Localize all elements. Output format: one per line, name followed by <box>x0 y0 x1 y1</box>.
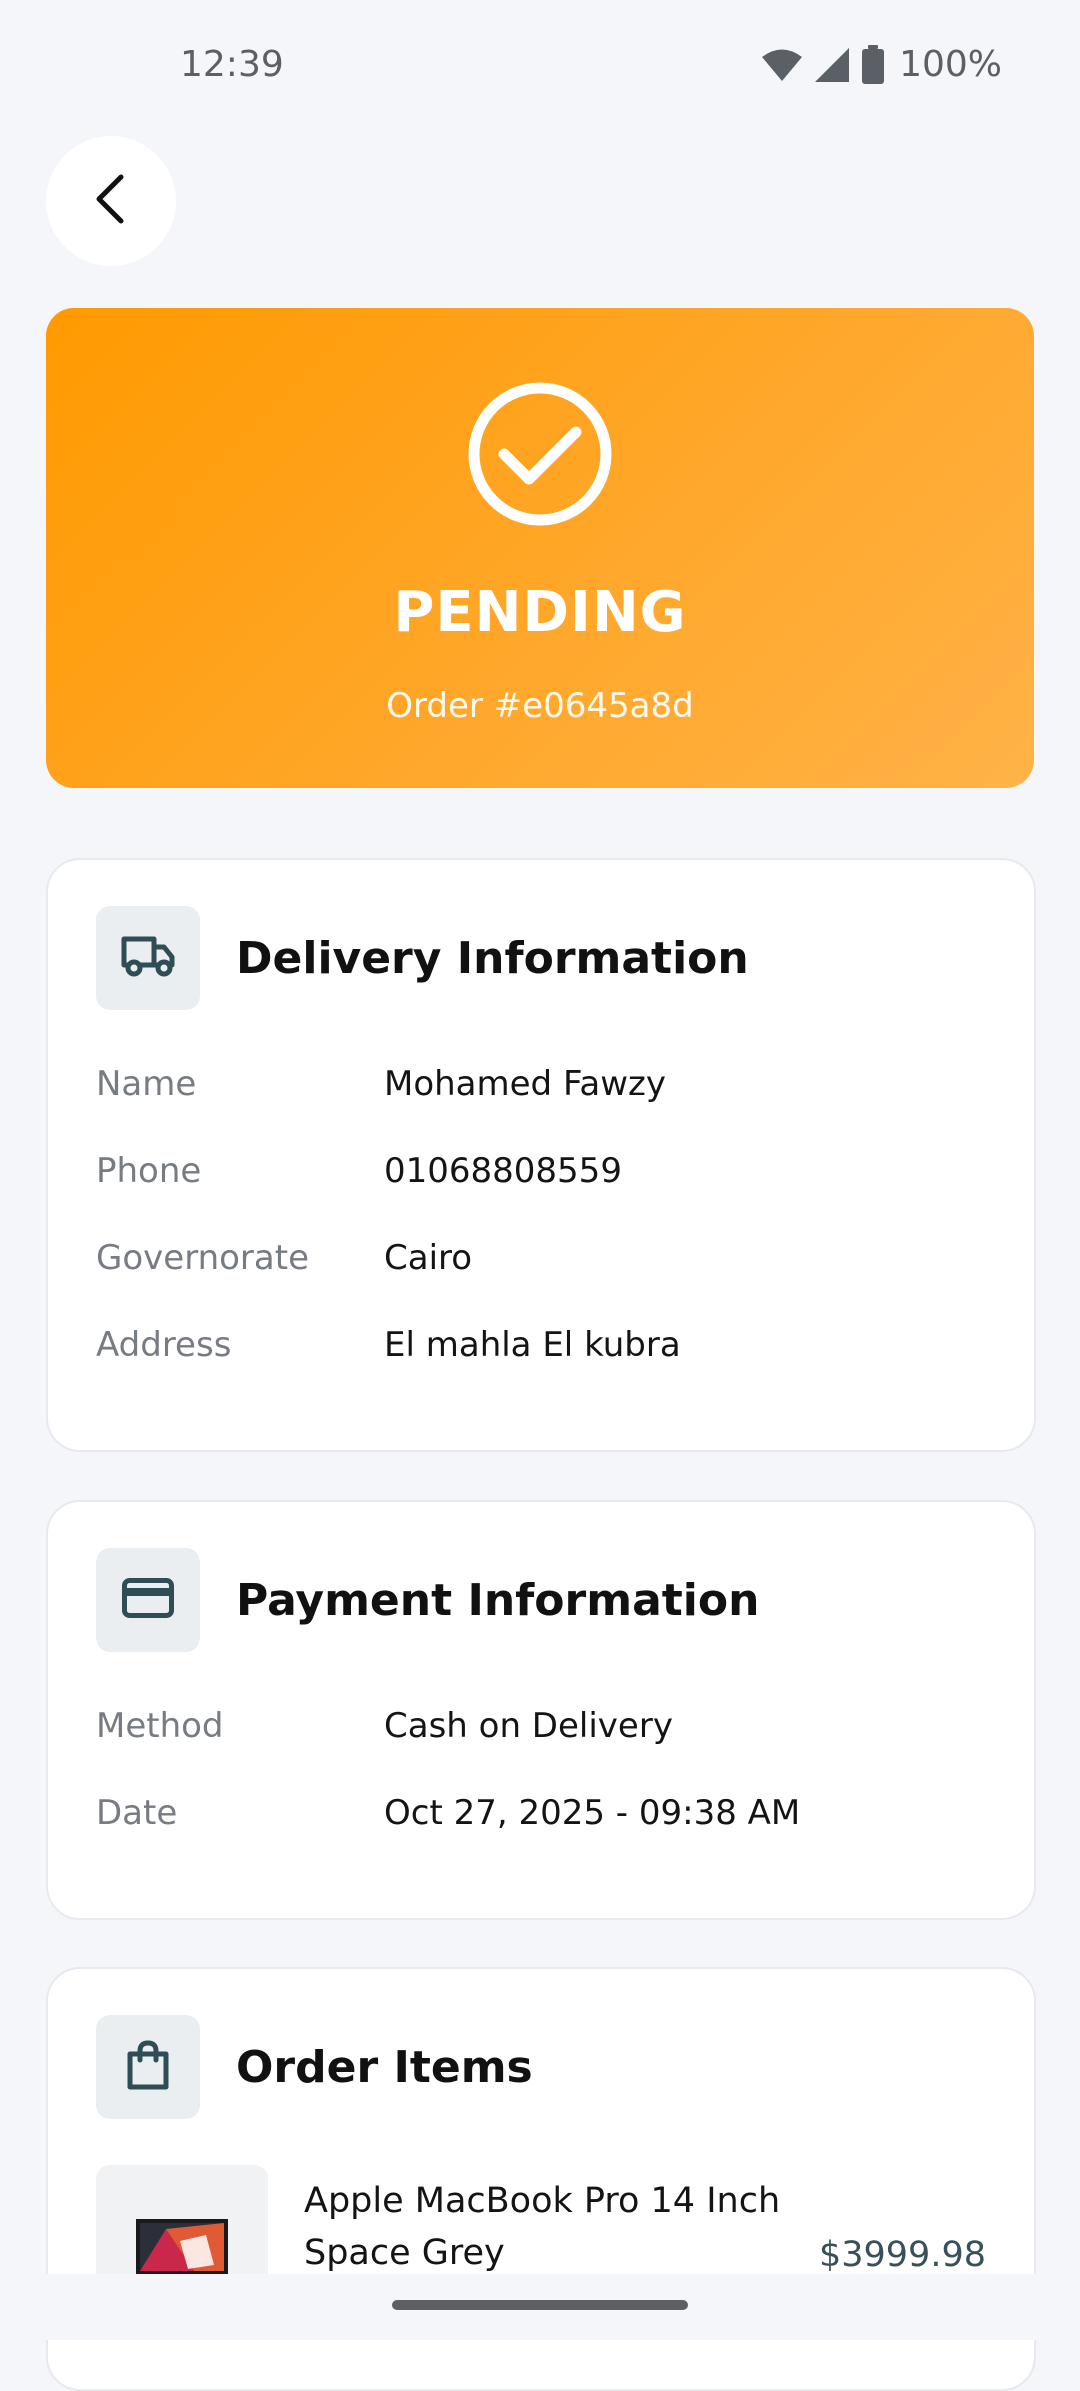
home-indicator[interactable] <box>392 2300 688 2310</box>
payment-card-header: Payment Information <box>96 1548 759 1652</box>
product-price: $3999.98 <box>818 2235 986 2275</box>
back-button[interactable] <box>46 136 176 266</box>
info-value: Oct 27, 2025 - 09:38 AM <box>384 1793 801 1833</box>
delivery-row-address: Address El mahla El kubra <box>96 1325 681 1365</box>
info-label: Method <box>96 1706 224 1746</box>
credit-card-icon <box>122 1578 174 1622</box>
delivery-row-phone: Phone 01068808559 <box>96 1151 622 1191</box>
battery-icon <box>861 44 885 85</box>
delivery-row-name: Name Mohamed Fawzy <box>96 1064 666 1104</box>
check-circle-icon <box>466 380 614 532</box>
chevron-left-icon <box>91 173 131 229</box>
signal-icon <box>813 47 851 83</box>
delivery-icon-box <box>96 906 200 1010</box>
shopping-bag-icon <box>126 2040 170 2094</box>
info-label: Address <box>96 1325 232 1365</box>
delivery-card-header: Delivery Information <box>96 906 749 1010</box>
info-value: El mahla El kubra <box>384 1325 681 1365</box>
truck-icon <box>120 935 176 981</box>
status-time: 12:39 <box>180 44 284 85</box>
payment-row-method: Method Cash on Delivery <box>96 1706 673 1746</box>
payment-icon-box <box>96 1548 200 1652</box>
payment-card-title: Payment Information <box>236 1574 760 1626</box>
info-label: Governorate <box>96 1238 309 1278</box>
payment-information-card: Payment Information Method Cash on Deliv… <box>46 1500 1036 1920</box>
info-label: Date <box>96 1793 178 1833</box>
delivery-row-governorate: Governorate Cairo <box>96 1238 472 1278</box>
order-items-title: Order Items <box>236 2041 533 2093</box>
delivery-information-card: Delivery Information Name Mohamed Fawzy … <box>46 858 1036 1452</box>
payment-row-date: Date Oct 27, 2025 - 09:38 AM <box>96 1793 800 1833</box>
wifi-icon <box>761 48 803 82</box>
order-items-header: Order Items <box>96 2015 533 2119</box>
order-status-banner: PENDING Order #e0645a8d <box>46 308 1034 788</box>
info-value: Cash on Delivery <box>384 1706 673 1746</box>
info-value: Cairo <box>384 1238 473 1278</box>
status-bar: 12:39 100% <box>0 0 1080 130</box>
info-value: Mohamed Fawzy <box>384 1064 666 1104</box>
order-number: Order #e0645a8d <box>386 686 694 726</box>
status-icons: 100% <box>761 44 1002 85</box>
delivery-card-title: Delivery Information <box>236 932 749 984</box>
info-value: 01068808559 <box>384 1151 622 1191</box>
product-name: Apple MacBook Pro 14 Inch Space Grey <box>304 2181 781 2273</box>
battery-percentage: 100% <box>899 44 1002 85</box>
order-items-icon-box <box>96 2015 200 2119</box>
info-label: Phone <box>96 1151 202 1191</box>
order-status-label: PENDING <box>393 580 687 645</box>
info-label: Name <box>96 1064 197 1104</box>
